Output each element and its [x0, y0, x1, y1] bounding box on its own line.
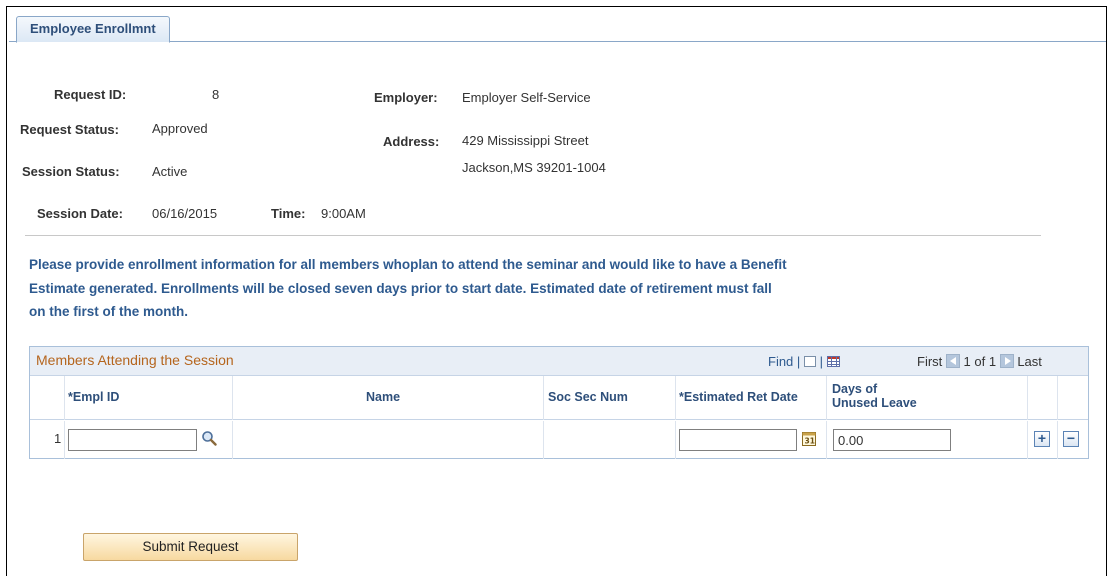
lookup-search-icon[interactable] [201, 430, 217, 449]
divider [25, 235, 1041, 236]
tab-employee-enrollment[interactable]: Employee Enrollmnt [16, 16, 170, 43]
session-date-label: Session Date: [37, 206, 123, 221]
download-grid-icon[interactable] [826, 356, 840, 367]
add-col-header [1028, 376, 1058, 420]
delete-row-button[interactable]: − [1063, 431, 1079, 447]
unused-leave-header-line1: Days of [832, 382, 878, 396]
name-header[interactable]: Name [233, 376, 544, 420]
address-line1: 429 Mississippi Street [462, 133, 589, 148]
members-grid: Members Attending the Session Find | | F… [29, 346, 1089, 459]
column-header-row: *Empl ID Name Soc Sec Num *Estimated Ret… [30, 376, 1088, 420]
session-date-value: 06/16/2015 [152, 206, 218, 221]
empl-id-cell [65, 421, 233, 459]
next-arrow-icon[interactable] [999, 354, 1014, 368]
request-id-label: Request ID: [54, 87, 127, 102]
row-number-cell: 1 [30, 421, 65, 459]
session-status-label: Session Status: [22, 164, 120, 179]
add-cell: + [1028, 421, 1058, 459]
separator: | [796, 354, 801, 369]
first-link[interactable]: First [917, 354, 942, 369]
svg-text:31: 31 [805, 437, 815, 446]
delete-cell: − [1058, 421, 1088, 459]
empl-id-header[interactable]: *Empl ID [65, 376, 233, 420]
employer-label: Employer: [374, 90, 438, 105]
pager-count: 1 of 1 [963, 354, 997, 369]
tab-bar: Employee Enrollmnt [9, 14, 1106, 43]
request-id-value: 8 [212, 87, 220, 102]
session-status-value: Active [152, 164, 188, 179]
address-line2: Jackson,MS 39201-1004 [462, 160, 606, 175]
unused-leave-header[interactable]: Days of Unused Leave [827, 376, 1028, 420]
ssn-cell [544, 421, 676, 459]
row-num-header [30, 376, 65, 420]
last-link[interactable]: Last [1017, 354, 1042, 369]
unused-leave-input[interactable] [833, 429, 951, 451]
ssn-header-label: Soc Sec Num [548, 390, 628, 404]
grid-title: Members Attending the Session [36, 352, 234, 368]
calendar-icon[interactable]: 31 [802, 431, 816, 449]
ret-date-input[interactable] [679, 429, 797, 451]
request-status-value: Approved [152, 121, 208, 136]
name-header-label: Name [366, 390, 401, 404]
message-line: Estimate generated. Enrollments will be … [29, 280, 772, 296]
address-label: Address: [383, 134, 440, 149]
view-all-icon[interactable] [803, 356, 816, 367]
separator: | [819, 354, 823, 369]
ret-date-header-label: *Estimated Ret Date [679, 390, 798, 404]
time-value: 9:00AM [321, 206, 366, 221]
ret-date-header[interactable]: *Estimated Ret Date [676, 376, 827, 420]
request-status-label: Request Status: [20, 122, 119, 137]
empl-id-header-label: *Empl ID [68, 390, 120, 404]
ret-date-cell: 31 [676, 421, 827, 459]
ssn-header[interactable]: Soc Sec Num [544, 376, 676, 420]
unused-leave-cell [827, 421, 1028, 459]
message-line: on the first of the month. [29, 304, 188, 319]
submit-request-button[interactable]: Submit Request [83, 533, 298, 561]
instructions-message: Please provide enrollment information fo… [29, 253, 959, 324]
message-line: Please provide enrollment information fo… [29, 257, 787, 272]
delete-col-header [1058, 376, 1088, 420]
unused-leave-header-line2: Unused Leave [832, 396, 917, 410]
name-cell [233, 421, 544, 459]
find-link[interactable]: Find [768, 354, 793, 369]
add-row-button[interactable]: + [1034, 431, 1050, 447]
employer-value: Employer Self-Service [462, 90, 591, 105]
previous-arrow-icon[interactable] [945, 354, 960, 368]
empl-id-input[interactable] [68, 429, 197, 451]
grid-header: Members Attending the Session Find | | F… [30, 347, 1088, 376]
time-label: Time: [271, 206, 306, 221]
row-number: 1 [54, 431, 62, 446]
table-row: 1 31 0.00 + − [30, 421, 1088, 459]
